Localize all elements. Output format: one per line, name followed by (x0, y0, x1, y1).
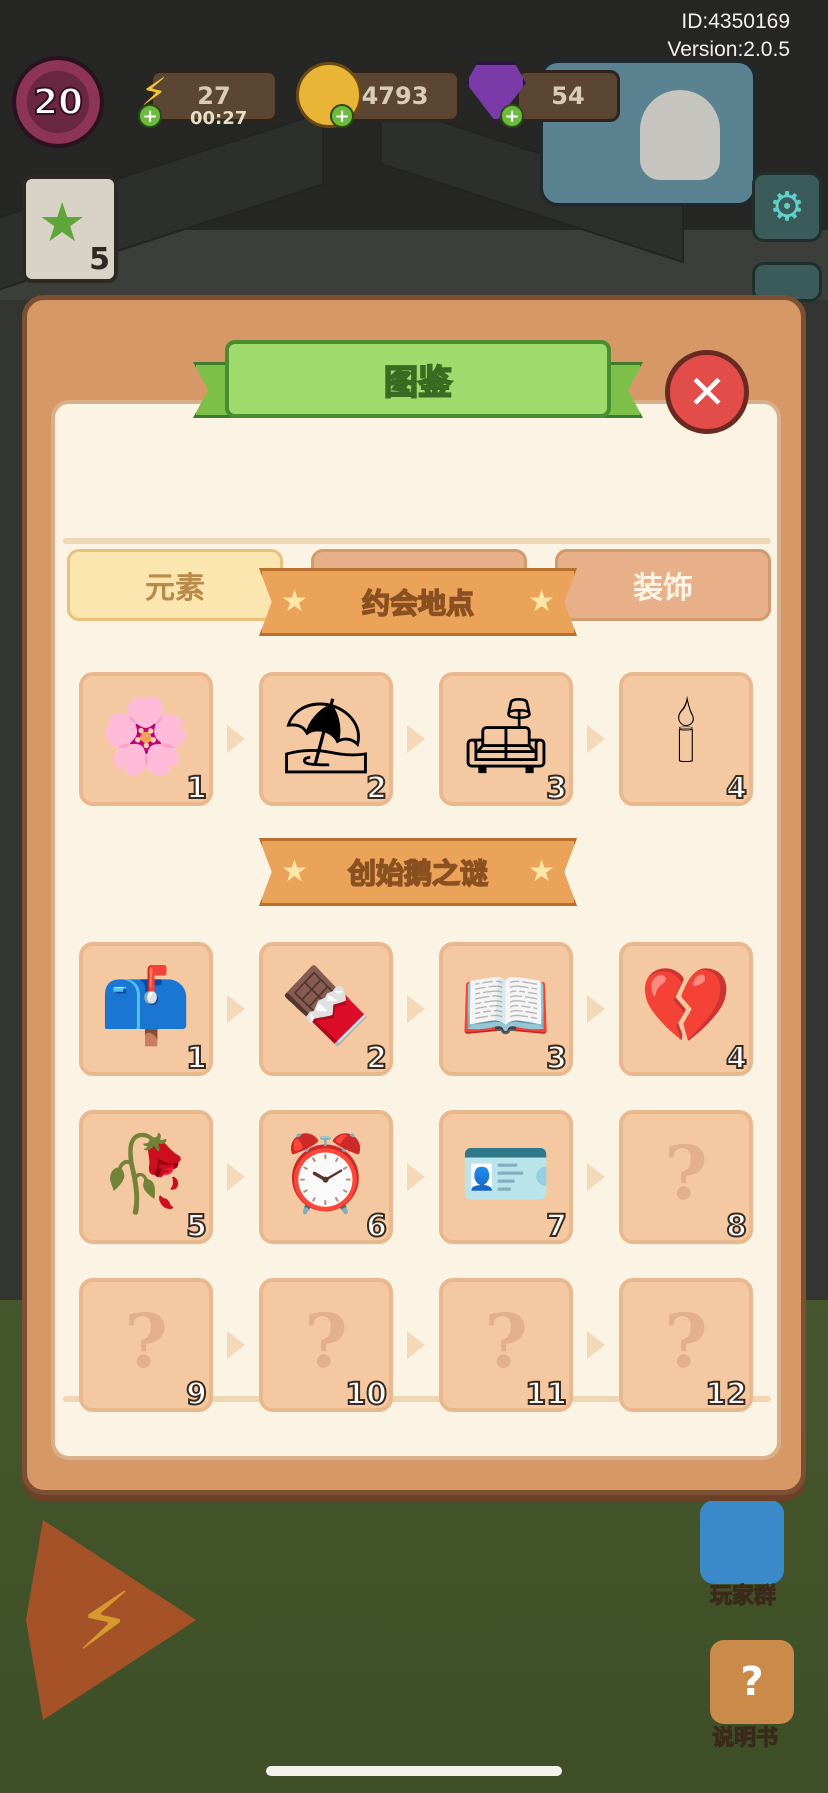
manual-label[interactable]: 说明书 (711, 1720, 778, 1752)
locked-item-slot[interactable]: ? 12 (619, 1278, 753, 1413)
version-text: Version:2.0.5 (667, 38, 790, 61)
quest-clipboard[interactable]: ★ 5 (22, 175, 118, 283)
level-badge[interactable]: 20 (12, 56, 104, 148)
settings-button[interactable]: ⚙ (752, 172, 822, 242)
progression-arrow-icon (587, 1331, 605, 1359)
locked-item-slot[interactable]: ? 10 (259, 1278, 393, 1413)
manual-book-icon[interactable]: ? (710, 1640, 794, 1724)
collection-item-slot[interactable]: 🥀 5 (79, 1110, 213, 1245)
add-gems-button[interactable]: + (500, 104, 524, 128)
progression-arrow-icon (227, 1331, 245, 1359)
tab-decorations[interactable]: 装饰 (555, 549, 771, 621)
gem-value: 54 (551, 82, 585, 110)
dialog-title: 图鉴 (383, 362, 453, 404)
player-group-label[interactable]: 玩家群 (709, 1578, 776, 1610)
progression-arrow-icon (227, 995, 245, 1023)
item-level-number: 5 (185, 1208, 208, 1245)
progression-arrow-icon (587, 1163, 605, 1191)
collection-item-slot[interactable]: 💔 4 (619, 942, 753, 1077)
lightning-icon: ⚡ (76, 1575, 133, 1668)
collection-item-slot[interactable]: 🌸 1 (79, 672, 213, 807)
item-level-number: 12 (704, 1376, 748, 1413)
progression-arrow-icon (587, 725, 605, 753)
progression-arrow-icon (227, 725, 245, 753)
energy-value: 27 (197, 82, 231, 110)
collection-dialog: 元素 肥鹅 装饰 图鉴 ✕ ★★约会地点🌸1⛱2🛋3🕯4★★创始鹅之谜📫1🍫2📖… (22, 295, 806, 1495)
player-group-icon[interactable] (700, 1500, 784, 1584)
item-level-number: 11 (524, 1376, 568, 1413)
item-level-number: 1 (185, 1040, 208, 1077)
coin-value: 4793 (361, 82, 429, 110)
locked-item-slot[interactable]: ? 8 (619, 1110, 753, 1245)
item-level-number: 7 (545, 1208, 568, 1245)
level-number: 20 (32, 81, 84, 124)
quest-count: 5 (89, 242, 110, 277)
item-level-number: 2 (365, 1040, 388, 1077)
collection-item-slot[interactable]: 🛋 3 (439, 672, 573, 807)
collection-item-slot[interactable]: 🍫 2 (259, 942, 393, 1077)
progression-arrow-icon (407, 725, 425, 753)
title-banner: 图鉴 (193, 340, 643, 418)
player-id: ID:4350169 (681, 10, 790, 33)
section-title: 约会地点 (361, 586, 475, 621)
item-level-number: 3 (545, 770, 568, 807)
collection-item-slot[interactable]: ⏰ 6 (259, 1110, 393, 1245)
item-level-number: 4 (725, 770, 748, 807)
close-icon: ✕ (687, 365, 727, 419)
locked-item-slot[interactable]: ? 11 (439, 1278, 573, 1413)
collection-item-slot[interactable]: ⛱ 2 (259, 672, 393, 807)
tab-label: 元素 (145, 571, 205, 606)
progression-arrow-icon (587, 995, 605, 1023)
item-level-number: 8 (725, 1208, 748, 1245)
collection-item-slot[interactable]: 📫 1 (79, 942, 213, 1077)
version-info: ID:4350169 Version:2.0.5 (667, 8, 790, 64)
item-level-number: 10 (344, 1376, 388, 1413)
section-title: 创始鹅之谜 (347, 856, 489, 891)
item-level-number: 4 (725, 1040, 748, 1077)
home-indicator[interactable] (266, 1766, 562, 1776)
section-ribbon: ★ ★ 创始鹅之谜 (259, 838, 577, 906)
progression-arrow-icon (227, 1163, 245, 1191)
item-level-number: 1 (185, 770, 208, 807)
item-level-number: 6 (365, 1208, 388, 1245)
locked-item-slot[interactable]: ? 9 (79, 1278, 213, 1413)
collection-item-slot[interactable]: 📖 3 (439, 942, 573, 1077)
gear-icon: ⚙ (769, 184, 805, 230)
section-ribbon: ★ ★ 约会地点 (259, 568, 577, 636)
item-level-number: 3 (545, 1040, 568, 1077)
progression-arrow-icon (407, 995, 425, 1023)
progression-arrow-icon (407, 1163, 425, 1191)
energy-timer: 00:27 (190, 108, 248, 129)
close-button[interactable]: ✕ (665, 350, 749, 434)
item-level-number: 2 (365, 770, 388, 807)
collection-item-slot[interactable]: 🕯 4 (619, 672, 753, 807)
add-coins-button[interactable]: + (330, 104, 354, 128)
star-icon: ★ (38, 191, 87, 254)
tab-label: 装饰 (633, 571, 693, 606)
tab-divider (63, 538, 771, 544)
item-level-number: 9 (185, 1376, 208, 1413)
collection-item-slot[interactable]: 🪪 7 (439, 1110, 573, 1245)
gem-counter[interactable]: 54 (516, 70, 620, 122)
add-energy-button[interactable]: + (138, 104, 162, 128)
tab-elements[interactable]: 元素 (67, 549, 283, 621)
progression-arrow-icon (407, 1331, 425, 1359)
